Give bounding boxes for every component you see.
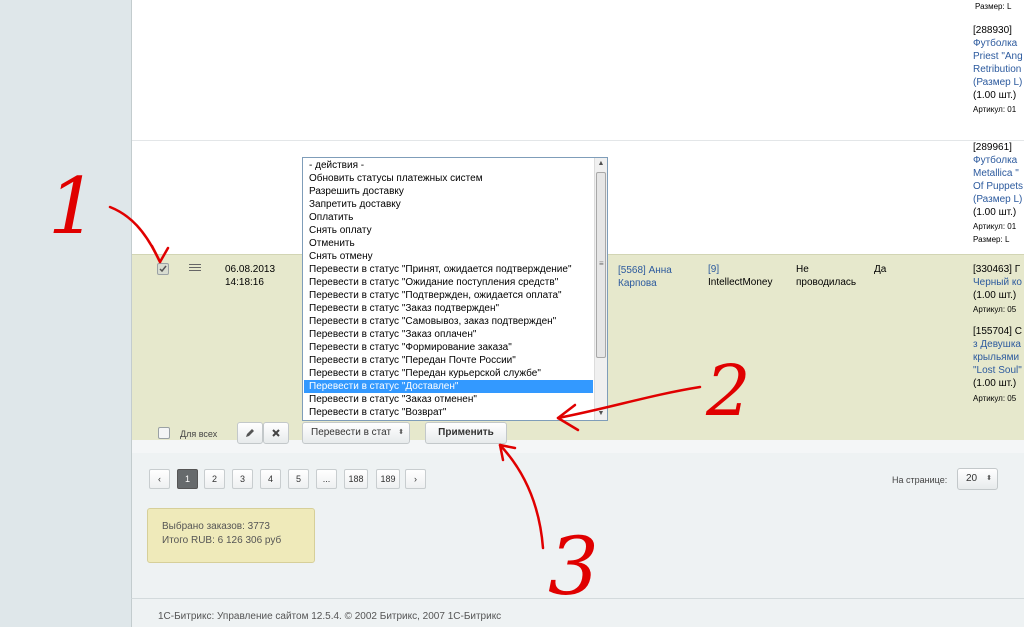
footer-copyright: 1С-Битрикс: Управление сайтом 12.5.4. © … [158, 611, 502, 622]
summary-selected: Выбрано заказов: 3773 [162, 521, 270, 532]
order-time: 14:18:16 [225, 277, 264, 288]
dropdown-option[interactable]: Перевести в статус "Ожидание поступления… [309, 276, 558, 289]
order-date: 06.08.2013 [225, 264, 276, 275]
grip-icon: ≡ [599, 259, 604, 268]
product-sku: Артикул: 01 [973, 105, 1017, 114]
dropdown-option[interactable]: Перевести в статус "Заказ подтвержден" [309, 302, 499, 315]
page-button[interactable]: 3 [232, 469, 253, 489]
dropdown-option[interactable]: Перевести в статус "Формирование заказа" [309, 341, 512, 354]
for-all-checkbox[interactable] [158, 427, 170, 439]
dropdown-option[interactable]: Обновить статусы платежных систем [309, 172, 483, 185]
dropdown-option[interactable]: Запретить доставку [309, 198, 401, 211]
page-button[interactable]: 5 [288, 469, 309, 489]
buyer-link[interactable]: [5568] Анна Карпова [618, 264, 688, 290]
close-icon [272, 429, 280, 437]
product-link[interactable]: Metallica " [973, 168, 1019, 179]
product-link[interactable]: з Девушка [973, 339, 1021, 350]
row-checkbox[interactable] [157, 263, 169, 275]
per-page-select[interactable]: 20 ⬍ [957, 468, 998, 490]
action-dropdown-list[interactable]: - действия - Обновить статусы платежных с… [302, 157, 608, 421]
payment-system-link[interactable]: [9] [708, 264, 719, 275]
product-link[interactable]: "Lost Soul" [973, 365, 1022, 376]
dropdown-option[interactable]: Перевести в статус "Подтвержден, ожидает… [309, 289, 562, 302]
annotation-number-2: 2 [706, 350, 751, 432]
payment-status: Не [796, 264, 809, 275]
dropdown-option[interactable]: - действия - [309, 159, 364, 172]
scroll-up-icon[interactable]: ▲ [595, 158, 607, 170]
product-link[interactable]: (Размер L) [973, 77, 1022, 88]
dropdown-option[interactable]: Перевести в статус "Заказ отменен" [309, 393, 477, 406]
action-select-value: Перевести в стат [311, 427, 392, 438]
check-icon [159, 265, 167, 273]
product-link[interactable]: Priest "Ang [973, 51, 1023, 62]
product-qty: (1.00 шт.) [973, 378, 1017, 389]
payment-system-name: IntellectMoney [708, 277, 773, 288]
flag-value: Да [874, 264, 887, 275]
page-button[interactable]: 188 [344, 469, 368, 489]
dropdown-option[interactable]: Отменить [309, 237, 355, 250]
row-separator [132, 140, 1024, 141]
page-button[interactable]: 4 [260, 469, 281, 489]
dropdown-option[interactable]: Снять отмену [309, 250, 373, 263]
edit-button[interactable] [237, 422, 263, 444]
product-attr: Размер: L [975, 2, 1012, 11]
dropdown-option[interactable]: Перевести в статус "Доставлен" [304, 380, 593, 393]
product-attr: Размер: L [973, 235, 1010, 244]
annotation-number-3: 3 [548, 520, 599, 613]
dropdown-option[interactable]: Перевести в статус "Передан Почте России… [309, 354, 516, 367]
payment-status: проводилась [796, 277, 857, 288]
page-button[interactable]: ... [316, 469, 337, 489]
product-qty: (1.00 шт.) [973, 90, 1017, 101]
summary-box: Выбрано заказов: 3773 Итого RUB: 6 126 3… [147, 508, 315, 563]
product-link[interactable]: Retribution [973, 64, 1021, 75]
dropdown-option[interactable]: Перевести в статус "Возврат" [309, 406, 446, 419]
scroll-down-icon[interactable]: ▼ [595, 408, 607, 420]
row-menu-icon[interactable] [189, 262, 201, 271]
dropdown-option[interactable]: Перевести в статус "Принят, ожидается по… [309, 263, 572, 276]
scroll-thumb[interactable]: ≡ [596, 172, 606, 358]
product-sku: Артикул: 05 [973, 305, 1017, 314]
dropdown-option[interactable]: Разрешить доставку [309, 185, 404, 198]
apply-button[interactable]: Применить [425, 422, 507, 444]
product-link[interactable]: Футболка [973, 155, 1017, 166]
page-button[interactable]: 189 [376, 469, 400, 489]
dropdown-option[interactable]: Перевести в статус "Передан курьерской с… [309, 367, 541, 380]
per-page-value: 20 [966, 473, 978, 484]
summary-total: Итого RUB: 6 126 306 руб [162, 535, 282, 546]
annotation-number-1: 1 [48, 162, 98, 252]
dropdown-option[interactable]: Перевести в статус "Заказ оплачен" [309, 328, 476, 341]
product-sku: Артикул: 05 [973, 394, 1017, 403]
page-button[interactable]: 1 [177, 469, 198, 489]
product-qty: (1.00 шт.) [973, 207, 1017, 218]
next-page-button[interactable]: › [405, 469, 426, 489]
product-link[interactable]: Футболка [973, 38, 1017, 49]
delete-button[interactable] [263, 422, 289, 444]
pencil-icon [246, 429, 254, 437]
action-select[interactable]: Перевести в стат ⬍ [302, 422, 410, 444]
product-id: [289961] [973, 142, 1012, 153]
product-link[interactable]: крыльями [973, 352, 1019, 363]
product-id: [288930] [973, 25, 1012, 36]
dropdown-option[interactable]: Оплатить [309, 211, 353, 224]
product-link[interactable]: Of Puppets [973, 181, 1023, 192]
per-page-label: На странице: [892, 475, 948, 485]
product-id: [330463] Г [973, 264, 1021, 275]
product-id: [155704] С [973, 326, 1022, 337]
for-all-label: Для всех [180, 429, 218, 439]
select-arrows-icon: ⬍ [986, 475, 992, 482]
dropdown-option[interactable]: Перевести в статус "Самовывоз, заказ под… [309, 315, 556, 328]
select-arrows-icon: ⬍ [398, 429, 404, 436]
dropdown-option[interactable]: Снять оплату [309, 224, 372, 237]
product-qty: (1.00 шт.) [973, 290, 1017, 301]
product-link[interactable]: Черный ко [973, 277, 1022, 288]
product-link[interactable]: (Размер L) [973, 194, 1022, 205]
product-sku: Артикул: 01 [973, 222, 1017, 231]
dropdown-scrollbar[interactable]: ▲ ≡ ▼ [594, 158, 607, 420]
left-gutter [0, 0, 131, 627]
page-button[interactable]: 2 [204, 469, 225, 489]
prev-page-button[interactable]: ‹ [149, 469, 170, 489]
